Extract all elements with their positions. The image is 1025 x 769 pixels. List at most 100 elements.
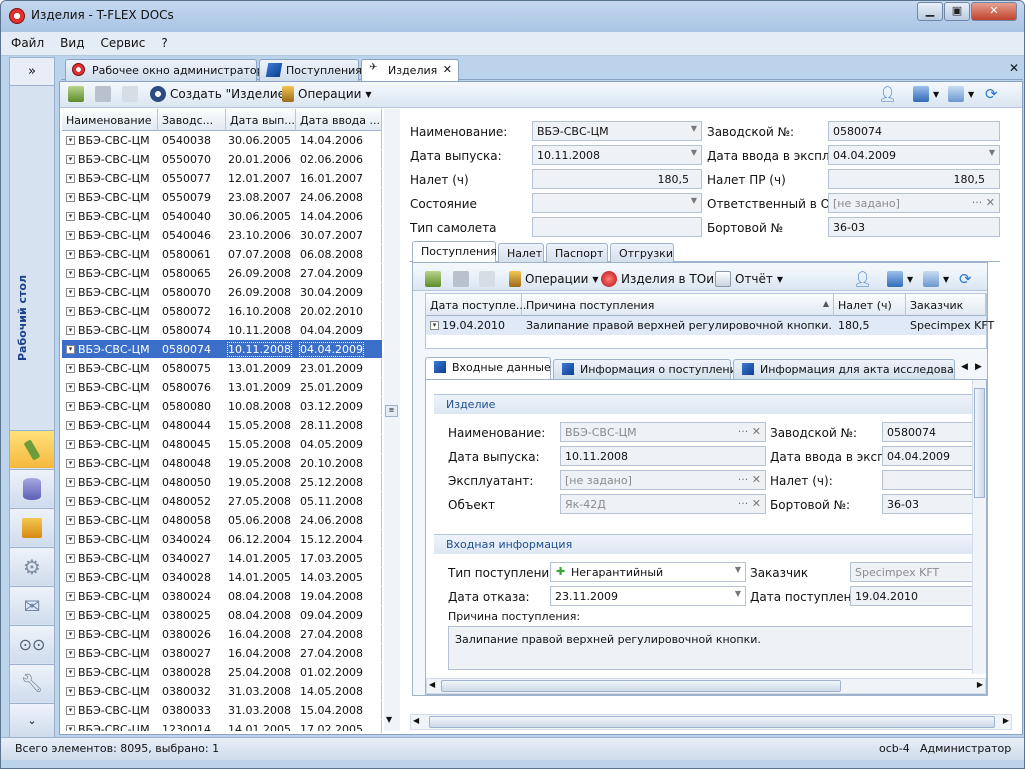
close-document-icon[interactable]: ✕	[1009, 61, 1019, 75]
column-release[interactable]: Дата вып...	[226, 109, 296, 131]
expand-icon[interactable]: ▾	[66, 668, 75, 677]
table-row[interactable]: ▾ ВБЭ-СВС-ЦМ 0550079 23.08.2007 24.06.2008	[62, 188, 382, 207]
scroll-left-icon[interactable]: ◀	[429, 680, 435, 689]
expand-icon[interactable]: ▾	[66, 497, 75, 506]
tab-scroll-right-icon[interactable]: ▶	[975, 362, 982, 372]
table-row[interactable]: ▾ ВБЭ-СВС-ЦМ 0580076 13.01.2009 25.01.2009	[62, 378, 382, 397]
table-row[interactable]: ▾ ВБЭ-СВС-ЦМ 0480044 15.05.2008 28.11.2008	[62, 416, 382, 435]
nav-tools-button[interactable]: 🔧︎	[10, 664, 54, 702]
responsible-field[interactable]: [не задано] ··· ✕	[828, 193, 1000, 213]
flight-pr-field[interactable]: 180,5	[828, 169, 1000, 189]
expand-icon[interactable]: ▾	[430, 321, 439, 330]
column-commission[interactable]: Дата ввода ...	[296, 109, 382, 131]
expand-icon[interactable]: ▾	[66, 402, 75, 411]
table-row[interactable]: ▾ ВБЭ-СВС-ЦМ 0540038 30.06.2005 14.04.2006	[62, 131, 382, 150]
table-row[interactable]: ▾ ВБЭ-СВС-ЦМ 0550070 20.01.2006 02.06.2006	[62, 150, 382, 169]
column-factory[interactable]: Заводс...	[158, 109, 226, 131]
nav-expand-button[interactable]: ⌄	[10, 703, 54, 737]
sub-edit-button[interactable]	[425, 270, 441, 288]
column-reason[interactable]: Причина поступления ▲	[522, 294, 834, 316]
close-tab-icon[interactable]: ✕	[443, 63, 452, 76]
table-row[interactable]: ▾ ВБЭ-СВС-ЦМ 0540046 23.10.2006 30.07.2007	[62, 226, 382, 245]
expand-icon[interactable]: ▾	[66, 706, 75, 715]
table-row[interactable]: ▾ ВБЭ-СВС-ЦМ 0340024 06.12.2004 15.12.2004	[62, 530, 382, 549]
scroll-right-icon[interactable]: ▶	[1003, 716, 1009, 725]
expand-icon[interactable]: ▾	[66, 326, 75, 335]
tab-shipments[interactable]: Отгрузки	[610, 243, 674, 263]
table-row[interactable]: ▾ ВБЭ-СВС-ЦМ 0480045 15.05.2008 04.05.2009	[62, 435, 382, 454]
expand-icon[interactable]: ▾	[66, 649, 75, 658]
create-product-button[interactable]: Создать "Изделие"	[150, 85, 291, 103]
expand-icon[interactable]: ▾	[66, 630, 75, 639]
reason-field[interactable]: Залипание правой верхней регулировочной …	[448, 626, 982, 670]
factory-field[interactable]: 0580074	[828, 121, 1000, 141]
table-row[interactable]: ▾ ВБЭ-СВС-ЦМ 0580070 26.09.2008 30.04.2009	[62, 283, 382, 302]
table-row[interactable]: ▾ ВБЭ-СВС-ЦМ 0580074 10.11.2008 04.04.2009	[62, 340, 382, 359]
tab-act-info[interactable]: Информация для акта исследования	[733, 359, 955, 379]
nav-binoculars-button[interactable]: ⊙⊙	[10, 625, 54, 663]
expand-icon[interactable]: ▾	[66, 478, 75, 487]
table-row[interactable]: ▾ ВБЭ-СВС-ЦМ 0580065 26.09.2008 27.04.2009	[62, 264, 382, 283]
nav-database-button[interactable]	[10, 469, 54, 507]
sub-view-button[interactable]: ▼	[887, 270, 913, 288]
view-button[interactable]: ▼	[913, 85, 939, 103]
operations-menu-button[interactable]: Операции ▼	[282, 85, 372, 103]
nav-brush-button[interactable]	[10, 430, 54, 468]
table-row[interactable]: ▾ ВБЭ-СВС-ЦМ 0540040 30.06.2005 14.04.2006	[62, 207, 382, 226]
edit-button[interactable]	[68, 85, 84, 103]
panel-hscroll[interactable]: ◀ ▶	[426, 678, 986, 694]
expand-icon[interactable]: ▾	[66, 231, 75, 240]
type-field[interactable]: ✚ Негарантийный ▼	[550, 562, 746, 582]
scroll-thumb[interactable]: ≡	[385, 405, 398, 417]
p-release-field[interactable]: 10.11.2008	[560, 446, 766, 466]
menu-service[interactable]: Сервис	[90, 32, 151, 50]
table-row[interactable]: ▾ ВБЭ-СВС-ЦМ 0380027 16.04.2008 27.04.2008	[62, 644, 382, 663]
table-row[interactable]: ▾ ВБЭ-СВС-ЦМ 0380024 08.04.2008 19.04.2008	[62, 587, 382, 606]
panel-vscroll[interactable]	[972, 380, 986, 674]
expand-icon[interactable]: ▾	[66, 573, 75, 582]
maximize-button[interactable]: ▣	[944, 2, 970, 21]
collapse-nav-button[interactable]: »	[10, 58, 54, 86]
menu-help[interactable]: ?	[151, 32, 173, 50]
detail-hscroll-thumb[interactable]	[429, 716, 995, 728]
p-operator-field[interactable]: [не задано] ··· ✕	[560, 470, 766, 490]
name-field[interactable]: ВБЭ-СВС-ЦМ ▼	[532, 121, 702, 141]
state-field[interactable]: ▼	[532, 193, 702, 213]
menu-file[interactable]: Файл	[1, 32, 50, 50]
p-name-field[interactable]: ВБЭ-СВС-ЦМ ··· ✕	[560, 422, 766, 442]
repairs-button[interactable]: Изделия в ТОиР	[601, 270, 721, 288]
table-row[interactable]: ▾ ВБЭ-СВС-ЦМ 0480048 19.05.2008 20.10.2008	[62, 454, 382, 473]
sub-operations-button[interactable]: Операции ▼	[509, 270, 599, 288]
table-row[interactable]: ▾ ВБЭ-СВС-ЦМ 0480052 27.05.2008 05.11.2008	[62, 492, 382, 511]
tab-receipts-detail[interactable]: Поступления	[412, 241, 497, 263]
tab-admin-window[interactable]: Рабочее окно администратора	[65, 59, 270, 81]
column-receipt-date[interactable]: Дата поступле...	[426, 294, 526, 316]
board-field[interactable]: 36-03	[828, 217, 1000, 237]
column-name[interactable]: Наименование	[62, 109, 158, 131]
sub-save-button[interactable]	[453, 270, 469, 288]
table-row[interactable]: ▾ ВБЭ-СВС-ЦМ 0380025 08.04.2008 09.04.2009	[62, 606, 382, 625]
table-row[interactable]: ▾ ВБЭ-СВС-ЦМ 0550077 12.01.2007 16.01.2007	[62, 169, 382, 188]
expand-icon[interactable]: ▾	[66, 345, 75, 354]
table-row[interactable]: ▾ ВБЭ-СВС-ЦМ 0380028 25.04.2008 01.02.2009	[62, 663, 382, 682]
list-scrollbar[interactable]: ≡ ▼	[384, 109, 400, 731]
expand-icon[interactable]: ▾	[66, 459, 75, 468]
expand-icon[interactable]: ▾	[66, 592, 75, 601]
p-factory-field[interactable]: 0580074	[882, 422, 982, 442]
scroll-down-icon[interactable]: ▼	[386, 715, 392, 724]
table-row[interactable]: ▾ ВБЭ-СВС-ЦМ 0580075 13.01.2009 23.01.2009	[62, 359, 382, 378]
save-button[interactable]	[95, 85, 111, 103]
expand-icon[interactable]: ▾	[66, 364, 75, 373]
flight-field[interactable]: 180,5	[532, 169, 702, 189]
table-row[interactable]: ▾ ВБЭ-СВС-ЦМ 0480058 05.06.2008 24.06.2008	[62, 511, 382, 530]
expand-icon[interactable]: ▾	[66, 440, 75, 449]
expand-icon[interactable]: ▾	[66, 535, 75, 544]
scroll-right-icon[interactable]: ▶	[977, 680, 983, 689]
table-row[interactable]: ▾ ВБЭ-СВС-ЦМ 0380026 16.04.2008 27.04.2008	[62, 625, 382, 644]
expand-icon[interactable]: ▾	[66, 383, 75, 392]
expand-icon[interactable]: ▾	[66, 554, 75, 563]
detail-hscroll[interactable]: ◀ ▶	[410, 714, 1012, 730]
p-object-field[interactable]: Як-42Д ··· ✕	[560, 494, 766, 514]
tab-passport[interactable]: Паспорт	[546, 243, 608, 263]
panel-vscroll-thumb[interactable]	[974, 388, 985, 498]
